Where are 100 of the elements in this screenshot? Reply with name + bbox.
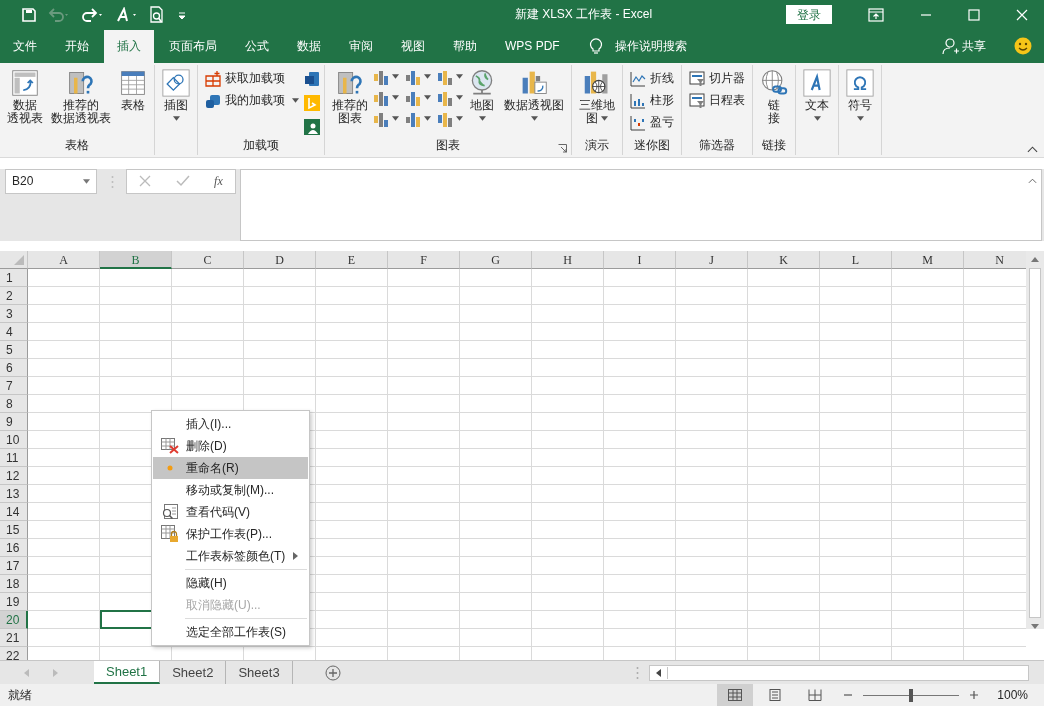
column-header[interactable]: B [100,250,172,269]
ribbon-button[interactable]: 数据透视图 [501,66,567,137]
ribbon-button[interactable]: 符号 [843,66,877,137]
column-header[interactable]: I [604,250,676,269]
bar-chart-icon[interactable] [437,110,453,127]
ribbon-tab[interactable]: 视图 [388,29,438,63]
menu-item[interactable]: 重命名(R) [153,457,308,479]
menu-item[interactable]: 移动或复制(M)... [153,479,308,501]
ribbon-tab[interactable]: 开始 [52,29,102,63]
ribbon-tab[interactable]: 公式 [232,29,282,63]
name-box[interactable]: B20 [5,168,97,194]
column-header[interactable]: F [388,250,460,269]
scrollbar-thumb[interactable] [1029,267,1041,618]
scroll-up-icon[interactable] [1031,256,1039,262]
ribbon-button[interactable]: 插图 [159,66,193,137]
caret-icon[interactable] [424,95,431,101]
check-icon[interactable] [175,175,190,188]
column-header[interactable]: G [460,250,532,269]
caret-icon[interactable] [424,74,431,80]
zoom-level[interactable]: 100% [997,688,1028,702]
bar-chart-icon[interactable] [405,68,421,85]
people-icon[interactable] [304,118,320,135]
ribbon-button[interactable]: 柱形 [627,90,677,111]
bar-chart-icon[interactable] [373,89,389,106]
grip-icon[interactable] [636,665,639,680]
column-header[interactable]: J [676,250,748,269]
zoom-in-icon[interactable] [969,690,980,700]
ribbon-display-icon[interactable] [868,7,884,22]
caret-icon[interactable] [83,178,90,184]
ribbon-button[interactable]: 数据 透视表 [4,66,46,137]
zoom-slider[interactable] [863,688,960,702]
share-button[interactable]: 共享 [962,37,986,55]
bar-chart-icon[interactable] [373,110,389,127]
app-icon[interactable] [304,70,320,87]
ribbon-button[interactable]: 日程表 [686,90,748,111]
horizontal-scrollbar[interactable] [649,664,1029,681]
column-header[interactable]: M [892,250,964,269]
ribbon-button[interactable]: 表格 [116,66,150,137]
bar-chart-icon[interactable] [437,68,453,85]
ribbon-button[interactable]: 我的加载项 [202,90,302,111]
ribbon-tab[interactable]: WPS PDF [492,29,573,63]
formula-input[interactable] [240,168,1042,241]
ribbon-button[interactable]: 地图 [465,66,499,137]
ribbon-button[interactable]: 文本 [800,66,834,137]
caret-icon[interactable] [424,116,431,122]
ribbon-button[interactable]: 盈亏 [627,112,677,133]
scroll-down-icon[interactable] [1031,623,1039,629]
bar-chart-icon[interactable] [405,89,421,106]
bar-chart-icon[interactable] [405,110,421,127]
redo-icon[interactable] [81,6,105,23]
menu-item[interactable]: 隐藏(H) [153,572,308,594]
expand-icon[interactable] [1028,177,1037,184]
close-icon[interactable] [1016,8,1028,21]
print-preview-icon[interactable] [149,5,165,24]
maximize-icon[interactable] [968,8,980,21]
caret-icon[interactable] [392,95,399,101]
ribbon-tab[interactable]: 审阅 [336,29,386,63]
ribbon-button[interactable]: 三维地 图 [576,66,618,137]
column-header[interactable]: D [244,250,316,269]
pen-icon[interactable] [115,6,139,23]
ribbon-button[interactable]: 链 接 [757,66,791,137]
column-header[interactable]: E [316,250,388,269]
menu-item[interactable]: 插入(I)... [153,413,308,435]
ribbon-tab[interactable]: 插入 [104,29,154,63]
column-header[interactable]: C [172,250,244,269]
scroll-left-icon[interactable] [656,668,661,677]
ribbon-tab[interactable]: 数据 [284,29,334,63]
menu-item[interactable]: 工作表标签颜色(T) [153,545,308,567]
menu-item[interactable]: 查看代码(V) [153,501,308,523]
caret-icon[interactable] [456,74,463,80]
ribbon-tab[interactable]: 帮助 [440,29,490,63]
menu-item[interactable]: 删除(D) [153,435,308,457]
ribbon-tab[interactable]: 页面布局 [156,29,230,63]
add-sheet-icon[interactable] [324,664,341,681]
ribbon-button[interactable]: 获取加载项 [202,68,302,89]
dialog-launcher-icon[interactable] [558,143,567,153]
smiley-icon[interactable] [1014,37,1032,56]
ribbon-button[interactable]: 切片器 [686,68,748,89]
column-header[interactable]: H [532,250,604,269]
save-icon[interactable] [21,6,37,23]
login-button[interactable]: 登录 [786,5,832,25]
menu-item[interactable]: 选定全部工作表(S) [153,621,308,643]
caret-icon[interactable] [392,74,399,80]
caret-icon[interactable] [456,95,463,101]
caret-icon[interactable] [456,116,463,122]
insert-function-button[interactable]: fx [214,173,223,189]
normal-view-button[interactable] [717,684,754,706]
bar-chart-icon[interactable] [437,89,453,106]
bar-chart-icon[interactable] [373,68,389,85]
ribbon-button[interactable]: 折线 [627,68,677,89]
column-header[interactable]: L [820,250,892,269]
sheet-tab[interactable]: Sheet1 [94,661,161,684]
collapse-ribbon-icon[interactable] [1027,145,1038,153]
ribbon-button[interactable]: 推荐的 数据透视表 [48,66,114,137]
column-header[interactable]: K [748,250,820,269]
menu-item[interactable]: 保护工作表(P)... [153,523,308,545]
tell-me-search[interactable]: 操作说明搜索 [614,37,687,55]
ribbon-tab[interactable]: 文件 [0,29,50,63]
caret-icon[interactable] [392,116,399,122]
ribbon-button[interactable]: 推荐的 图表 [329,66,371,137]
